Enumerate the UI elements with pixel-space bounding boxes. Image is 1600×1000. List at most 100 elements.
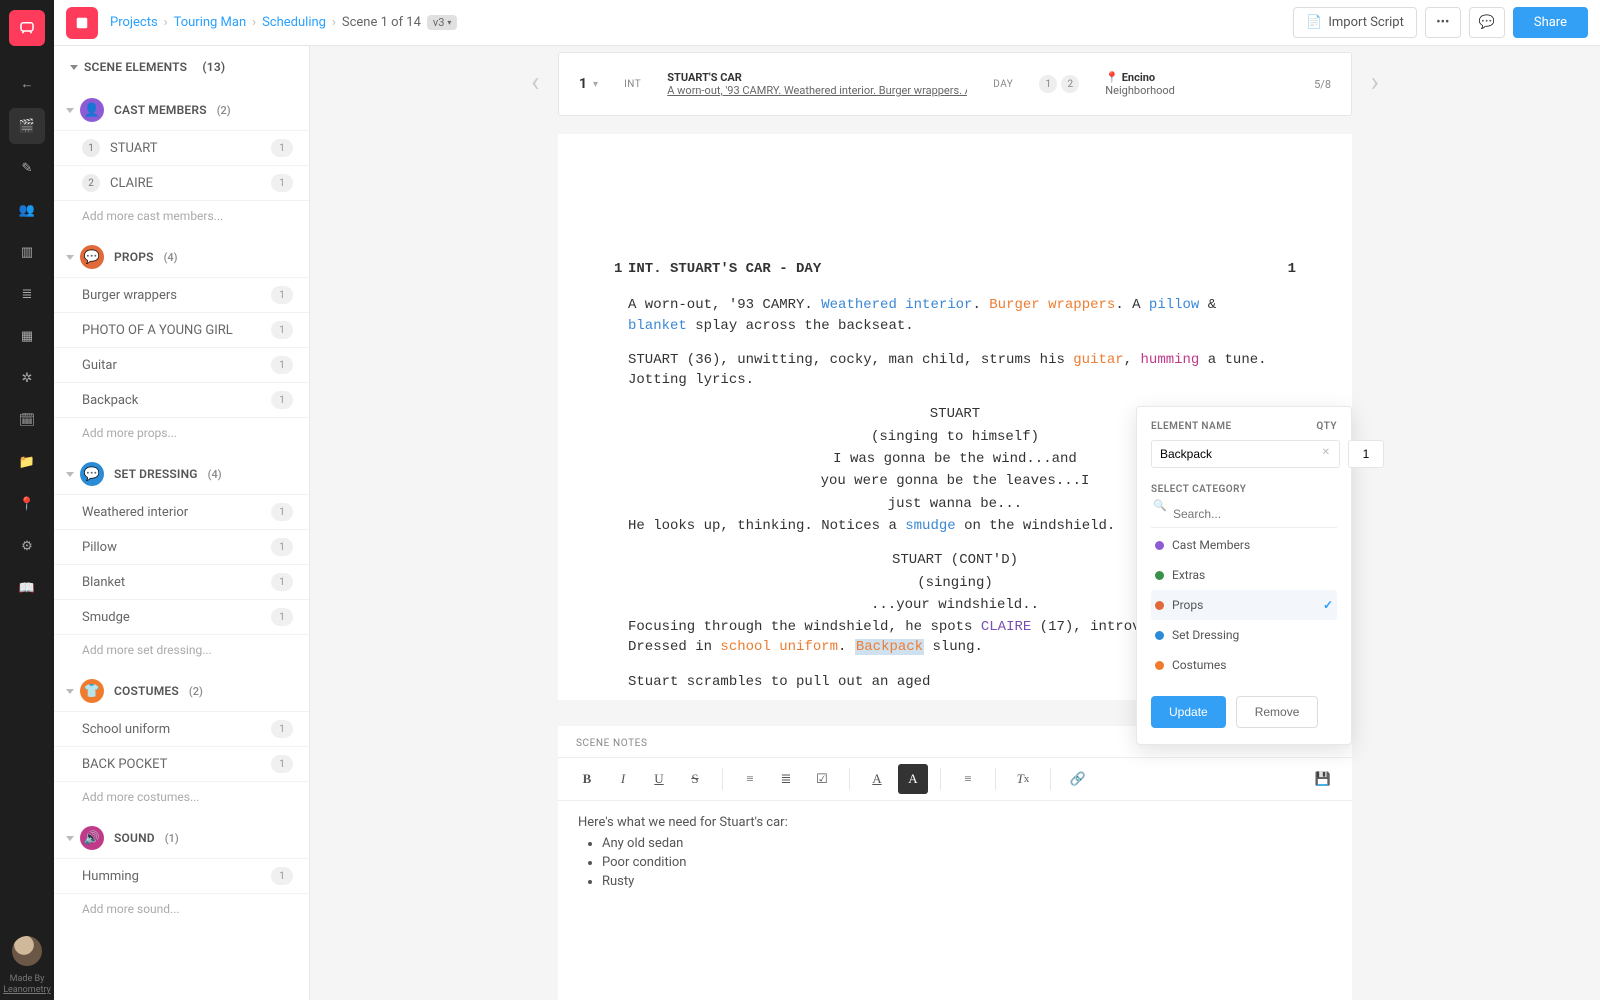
back-icon[interactable]: ← [9,66,45,102]
sidebar-title[interactable]: SCENE ELEMENTS (13) [54,46,309,84]
note-item: Any old sedan [602,836,1332,851]
qty-label: QTY [1316,421,1337,432]
element-row[interactable]: Burger wrappers1 [54,277,309,312]
main-area: ‹ › 1 ▾ INT STUART'S CAR A worn-out, '93… [310,46,1600,1000]
category-label: SELECT CATEGORY [1151,484,1337,495]
add-element-row[interactable]: Add more set dressing... [54,634,309,665]
save-notes-button[interactable]: 💾 [1308,764,1338,794]
notes-toolbar: B I U S ≡ ≣ ☑ A A ≡ Tx 🔗 💾 [558,757,1352,801]
align-button[interactable]: ≡ [953,764,983,794]
scene-num-right: 1 [1288,259,1296,279]
people-icon[interactable]: 👥 [9,192,45,228]
qty-input[interactable] [1348,440,1384,468]
underline-button[interactable]: U [644,764,674,794]
element-row[interactable]: Smudge1 [54,599,309,634]
clear-format-button[interactable]: Tx [1008,764,1038,794]
update-button[interactable]: Update [1151,696,1226,728]
notes-body[interactable]: Here's what we need for Stuart's car: An… [558,801,1352,907]
highlight-button[interactable]: A [898,764,928,794]
script-line: STUART (36), unwitting, cocky, man child… [628,350,1282,391]
category-option[interactable]: Props✓ [1151,590,1337,620]
section-header[interactable]: 👕COSTUMES (2) [54,671,309,711]
import-script-button[interactable]: 📄Import Script [1293,7,1417,38]
bold-button[interactable]: B [572,764,602,794]
edit-icon[interactable]: ✎ [9,150,45,186]
calendar-icon[interactable]: 🗓 [9,402,45,438]
script-slugline: INT. STUART'S CAR - DAY [628,259,1282,279]
add-element-row[interactable]: Add more props... [54,417,309,448]
element-row[interactable]: BACK POCKET1 [54,746,309,781]
comments-button[interactable]: 💬 [1469,7,1505,38]
location[interactable]: 📍 Encino Neighborhood [1105,71,1175,97]
element-row[interactable]: School uniform1 [54,711,309,746]
element-row[interactable]: Weathered interior1 [54,494,309,529]
element-name-input[interactable] [1151,440,1340,468]
wheel-icon[interactable]: ✲ [9,360,45,396]
cast-pill-2[interactable]: 2 [1061,75,1079,93]
scene-notes-panel: SCENE NOTES B I U S ≡ ≣ ☑ A A ≡ Tx 🔗 💾 H… [558,726,1352,1000]
element-row[interactable]: PHOTO OF A YOUNG GIRL1 [54,312,309,347]
scene-icon[interactable]: 🎬 [9,108,45,144]
ol-button[interactable]: ≡ [735,764,765,794]
strip-icon[interactable]: ≣ [9,276,45,312]
crumb-section[interactable]: Scheduling [262,15,326,30]
checklist-button[interactable]: ☑ [807,764,837,794]
chevron-down-icon [70,65,78,70]
scene-num-left: 1 [614,259,622,279]
left-rail: ←🎬✎👥▥≣▦✲🗓📁📍⚙📖 Made ByLeanometry [0,0,54,1000]
columns-icon[interactable]: ▥ [9,234,45,270]
scene-number[interactable]: 1 [579,76,587,92]
folder-icon[interactable]: 📁 [9,444,45,480]
add-element-row[interactable]: Add more sound... [54,893,309,924]
section-header[interactable]: 🔊SOUND (1) [54,818,309,858]
category-option[interactable]: Extras [1151,560,1337,590]
section-header[interactable]: 💬SET DRESSING (4) [54,454,309,494]
prev-scene-arrow[interactable]: ‹ [531,65,539,98]
element-row[interactable]: 2CLAIRE1 [54,165,309,200]
version-selector[interactable]: v3▾ [427,15,458,30]
note-item: Poor condition [602,855,1332,870]
cast-pill-1[interactable]: 1 [1039,75,1057,93]
link-button[interactable]: 🔗 [1063,764,1093,794]
location-icon[interactable]: 📍 [9,486,45,522]
category-option[interactable]: Cast Members [1151,530,1337,560]
crumb-projects[interactable]: Projects [110,15,158,30]
user-avatar[interactable] [12,936,42,966]
element-row[interactable]: Blanket1 [54,564,309,599]
element-row[interactable]: Guitar1 [54,347,309,382]
category-search[interactable] [1151,501,1337,528]
element-row[interactable]: Backpack1 [54,382,309,417]
category-option[interactable]: Set Dressing [1151,620,1337,650]
note-item: Rusty [602,874,1332,889]
app-logo[interactable] [9,10,45,46]
ul-button[interactable]: ≣ [771,764,801,794]
table-icon[interactable]: ▦ [9,318,45,354]
scene-length: 5/8 [1314,78,1331,91]
remove-button[interactable]: Remove [1236,696,1319,728]
crumb-scene: Scene 1 of 14 [342,15,421,30]
add-element-row[interactable]: Add more costumes... [54,781,309,812]
element-row[interactable]: Humming1 [54,858,309,893]
element-row[interactable]: Pillow1 [54,529,309,564]
element-row[interactable]: 1STUART1 [54,130,309,165]
slugline[interactable]: STUART'S CAR A worn-out, '93 CAMRY. Weat… [667,71,967,97]
script-line: A worn-out, '93 CAMRY. Weathered interio… [628,295,1282,336]
strike-button[interactable]: S [680,764,710,794]
share-button[interactable]: Share [1513,7,1588,38]
crumb-project[interactable]: Touring Man [174,15,247,30]
int-ext: INT [624,79,641,90]
section-header[interactable]: 👤CAST MEMBERS (2) [54,90,309,130]
time-of-day: DAY [993,79,1013,90]
add-element-row[interactable]: Add more cast members... [54,200,309,231]
section-header[interactable]: 💬PROPS (4) [54,237,309,277]
book-icon[interactable]: 📖 [9,570,45,606]
element-name-label: ELEMENT NAME [1151,421,1232,432]
chevron-down-icon: ▾ [593,79,598,90]
italic-button[interactable]: I [608,764,638,794]
settings-icon[interactable]: ⚙ [9,528,45,564]
more-button[interactable]: ••• [1425,7,1461,38]
category-option[interactable]: Costumes [1151,650,1337,680]
textcolor-button[interactable]: A [862,764,892,794]
next-scene-arrow[interactable]: › [1371,65,1379,98]
module-icon[interactable] [66,7,98,39]
